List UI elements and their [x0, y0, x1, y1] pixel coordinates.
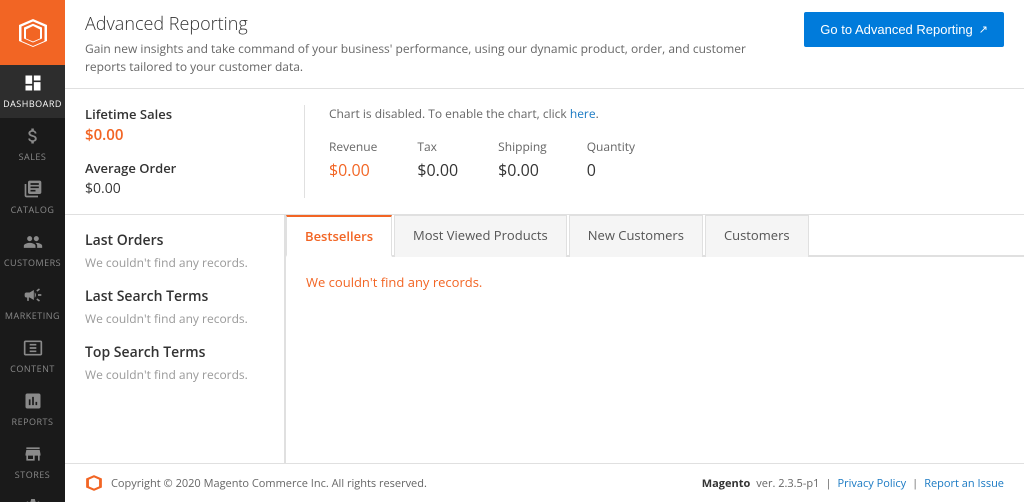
- sidebar-item-marketing[interactable]: Marketing: [0, 277, 65, 330]
- sales-icon: [23, 126, 43, 146]
- stats-right: Chart is disabled. To enable the chart, …: [305, 105, 1004, 198]
- last-orders-text: We couldn't find any records.: [85, 254, 264, 271]
- top-search-terms-text: We couldn't find any records.: [85, 366, 264, 383]
- magento-version: ver. 2.3.5-p1: [756, 476, 819, 491]
- sidebar-item-label: Stores: [15, 468, 50, 481]
- sidebar-item-customers[interactable]: Customers: [0, 224, 65, 277]
- last-search-terms-section: Last Search Terms We couldn't find any r…: [85, 287, 264, 327]
- metric-shipping-label: Shipping: [498, 138, 547, 155]
- logo[interactable]: [0, 0, 65, 65]
- sidebar: Dashboard Sales Catalog Customers Market…: [0, 0, 65, 502]
- metric-quantity-label: Quantity: [587, 138, 635, 155]
- last-orders-title: Last Orders: [85, 231, 264, 250]
- right-panel: Bestsellers Most Viewed Products New Cus…: [285, 215, 1024, 463]
- top-search-terms-section: Top Search Terms We couldn't find any re…: [85, 343, 264, 383]
- magento-label: Magento: [702, 476, 751, 491]
- top-search-terms-title: Top Search Terms: [85, 343, 264, 362]
- content-icon: [23, 338, 43, 358]
- sidebar-item-label: Dashboard: [3, 97, 62, 110]
- metric-shipping: Shipping $0.00: [498, 138, 547, 181]
- tabs-nav: Bestsellers Most Viewed Products New Cus…: [286, 215, 1024, 257]
- main-content: Advanced Reporting Gain new insights and…: [65, 0, 1024, 502]
- chart-disabled-suffix: .: [596, 105, 599, 122]
- reports-icon: [23, 391, 43, 411]
- tab-new-customers[interactable]: New Customers: [569, 215, 703, 257]
- page-footer: Copyright © 2020 Magento Commerce Inc. A…: [65, 463, 1024, 502]
- stats-row: Lifetime Sales $0.00 Average Order $0.00…: [65, 89, 1024, 215]
- left-panel: Last Orders We couldn't find any records…: [65, 215, 285, 463]
- metric-revenue-value: $0.00: [329, 159, 377, 181]
- tab-most-viewed[interactable]: Most Viewed Products: [394, 215, 567, 257]
- tab-bestsellers[interactable]: Bestsellers: [286, 215, 392, 257]
- last-orders-section: Last Orders We couldn't find any records…: [85, 231, 264, 271]
- metric-revenue-label: Revenue: [329, 138, 377, 155]
- sidebar-item-label: Marketing: [5, 309, 60, 322]
- report-issue-link[interactable]: Report an Issue: [924, 476, 1004, 491]
- average-order-block: Average Order $0.00: [85, 159, 284, 198]
- privacy-policy-link[interactable]: Privacy Policy: [837, 476, 906, 491]
- advanced-reporting-button[interactable]: Go to Advanced Reporting ↗: [804, 12, 1004, 47]
- average-order-label: Average Order: [85, 159, 284, 177]
- metric-quantity: Quantity 0: [587, 138, 635, 181]
- page-description: Gain new insights and take command of yo…: [85, 40, 765, 76]
- chart-disabled-message: Chart is disabled. To enable the chart, …: [329, 105, 1004, 122]
- tab-content-area: We couldn't find any records.: [286, 257, 1024, 463]
- stats-left: Lifetime Sales $0.00 Average Order $0.00: [85, 105, 305, 198]
- lower-content: Last Orders We couldn't find any records…: [65, 215, 1024, 463]
- chart-enable-link[interactable]: here: [570, 105, 596, 122]
- sidebar-item-dashboard[interactable]: Dashboard: [0, 65, 65, 118]
- no-records-message: We couldn't find any records.: [306, 273, 1004, 291]
- dashboard-icon: [23, 73, 43, 93]
- footer-left: Copyright © 2020 Magento Commerce Inc. A…: [85, 474, 427, 492]
- advanced-reporting-button-label: Go to Advanced Reporting: [820, 22, 973, 37]
- footer-copyright: Copyright © 2020 Magento Commerce Inc. A…: [111, 476, 427, 491]
- footer-right: Magento ver. 2.3.5-p1 | Privacy Policy |…: [702, 476, 1004, 491]
- magento-logo-icon: [17, 17, 49, 49]
- lifetime-sales-label: Lifetime Sales: [85, 105, 284, 123]
- marketing-icon: [23, 285, 43, 305]
- tab-customers[interactable]: Customers: [705, 215, 809, 257]
- sidebar-item-reports[interactable]: Reports: [0, 383, 65, 436]
- sidebar-item-stores[interactable]: Stores: [0, 436, 65, 489]
- page-header: Advanced Reporting Gain new insights and…: [65, 0, 1024, 89]
- lifetime-sales-value: $0.00: [85, 125, 284, 145]
- last-search-terms-title: Last Search Terms: [85, 287, 264, 306]
- metric-revenue: Revenue $0.00: [329, 138, 377, 181]
- sidebar-item-label: Catalog: [11, 203, 55, 216]
- sidebar-item-label: Sales: [19, 150, 47, 163]
- footer-logo-icon: [85, 474, 103, 492]
- metric-tax-value: $0.00: [417, 159, 458, 181]
- tab-new-customers-label: New Customers: [588, 226, 684, 244]
- average-order-value: $0.00: [85, 179, 284, 198]
- sidebar-item-sales[interactable]: Sales: [0, 118, 65, 171]
- last-search-terms-text: We couldn't find any records.: [85, 310, 264, 327]
- sidebar-item-system[interactable]: System: [0, 489, 65, 502]
- metrics-row: Revenue $0.00 Tax $0.00 Shipping $0.00 Q…: [329, 138, 1004, 181]
- lifetime-sales-block: Lifetime Sales $0.00: [85, 105, 284, 145]
- sidebar-item-label: Reports: [12, 415, 54, 428]
- metric-tax-label: Tax: [417, 138, 458, 155]
- system-icon: [23, 497, 43, 502]
- catalog-icon: [23, 179, 43, 199]
- page-title: Advanced Reporting: [85, 12, 765, 36]
- sidebar-item-catalog[interactable]: Catalog: [0, 171, 65, 224]
- footer-separator-2: |: [912, 476, 918, 491]
- metric-tax: Tax $0.00: [417, 138, 458, 181]
- sidebar-item-label: Customers: [4, 256, 61, 269]
- tab-customers-label: Customers: [724, 226, 790, 244]
- stores-icon: [23, 444, 43, 464]
- metric-shipping-value: $0.00: [498, 159, 547, 181]
- external-link-icon: ↗: [979, 23, 988, 36]
- header-text: Advanced Reporting Gain new insights and…: [85, 12, 765, 76]
- sidebar-item-label: Content: [10, 362, 55, 375]
- tab-most-viewed-label: Most Viewed Products: [413, 226, 548, 244]
- footer-separator: |: [825, 476, 831, 491]
- tab-bestsellers-label: Bestsellers: [305, 227, 373, 245]
- metric-quantity-value: 0: [587, 159, 635, 181]
- customers-icon: [23, 232, 43, 252]
- chart-disabled-prefix: Chart is disabled. To enable the chart, …: [329, 105, 570, 122]
- sidebar-item-content[interactable]: Content: [0, 330, 65, 383]
